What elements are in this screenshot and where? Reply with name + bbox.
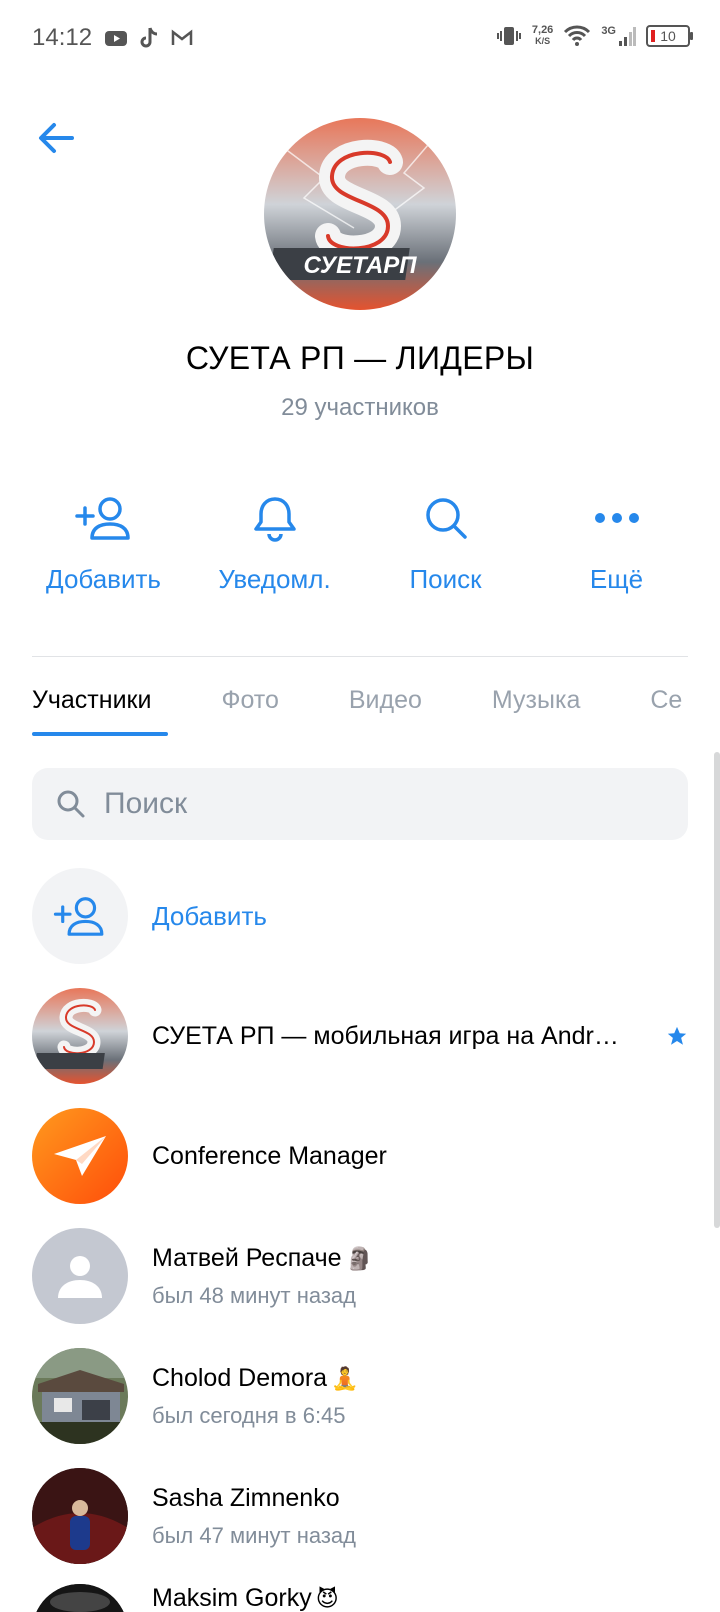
tab-bar: Участники Фото Видео Музыка Се [32,686,720,738]
gmail-icon [171,29,193,45]
member-name: Maksim Gorky [152,1584,312,1612]
add-member-row[interactable]: Добавить [32,868,688,964]
member-row[interactable]: Sasha Zimnenko был 47 минут назад [32,1468,688,1564]
tab-photos[interactable]: Фото [221,686,278,738]
battery-level: 10 [660,28,676,44]
member-name-line: Cholod Demora 🧘 [152,1364,688,1393]
search-icon [57,790,85,818]
network-speed-unit: K/S [535,36,551,46]
more-icon [594,513,639,523]
member-status: был 47 минут назад [152,1522,356,1548]
member-emoji: 🧘 [331,1365,359,1391]
member-avatar [32,1468,128,1564]
notification-icons [104,26,194,50]
member-status: был 48 минут назад [152,1282,356,1308]
member-avatar [32,988,128,1084]
search-placeholder: Поиск [104,787,188,820]
group-title: СУЕТА РП — ЛИДЕРЫ [185,340,535,376]
battery-icon: 10 [646,25,693,47]
member-row[interactable]: Conference Manager [32,1108,688,1204]
member-row[interactable]: Матвей Респаче 🗿 был 48 минут назад [32,1228,688,1324]
star-icon [667,1026,687,1045]
active-tab-indicator [32,732,168,736]
member-name: Cholod Demora [152,1363,328,1392]
search-label: Поиск [409,564,482,594]
tiktok-icon [140,27,158,48]
vibrate-icon [496,27,521,45]
add-member-avatar [32,868,128,964]
add-user-icon [74,497,130,540]
member-avatar [32,1228,128,1324]
member-avatar [32,1584,128,1612]
member-row[interactable]: Cholod Demora 🧘 был сегодня в 6:45 [32,1348,688,1444]
member-status: был сегодня в 6:45 [152,1402,346,1428]
member-name: Sasha Zimnenko [152,1483,340,1512]
member-emoji: 😈 [315,1586,339,1611]
member-row[interactable]: СУЕТА РП — мобильная игра на Andr… [32,988,688,1084]
status-bar: 14:12 7,26 K/S 3G 10 [0,0,720,80]
member-name-line: Матвей Респаче 🗿 [152,1244,688,1273]
back-arrow-icon [39,123,74,153]
network-speed: 7,26 K/S [532,25,553,47]
divider [32,656,688,657]
tab-more[interactable]: Се [650,686,682,738]
member-name: Conference Manager [152,1141,387,1170]
bell-icon [253,497,296,542]
add-member-button[interactable]: Добавить [18,490,189,595]
tab-members[interactable]: Участники [32,686,151,738]
group-avatar[interactable]: СУЕТАРП [264,118,456,310]
add-user-icon [53,897,104,936]
signal-indicator: 3G [601,25,636,47]
search-button[interactable]: Поиск [360,490,531,595]
member-name-line: Maksim Gorky 😈 [152,1584,688,1612]
member-name: Матвей Респаче [152,1243,342,1272]
action-bar: Добавить Уведомл. Поиск Ещё [18,490,702,595]
tab-videos[interactable]: Видео [349,686,422,738]
search-icon [425,498,467,539]
more-button[interactable]: Ещё [531,490,702,595]
wifi-icon [564,25,591,46]
members-search-input[interactable]: Поиск [32,768,688,840]
more-label: Ещё [589,564,644,594]
scrollbar[interactable] [714,752,720,1228]
group-logo-text: СУЕТАРП [303,252,417,279]
add-member-label: Добавить [46,564,161,594]
network-speed-value: 7,26 [531,24,554,36]
paper-plane-icon [54,1136,106,1176]
notifications-label: Уведомл. [218,564,331,594]
member-name: СУЕТА РП — мобильная игра на Andr… [152,1021,619,1050]
tab-music[interactable]: Музыка [492,686,580,738]
add-member-label: Добавить [152,900,267,931]
member-avatar [32,1108,128,1204]
user-placeholder-icon [58,1256,102,1298]
member-avatar [32,1348,128,1444]
members-count: 29 участников [281,394,439,421]
member-emoji: 🗿 [345,1245,373,1271]
member-row[interactable]: Maksim Gorky 😈 [32,1584,688,1612]
group-logo: СУЕТАРП [264,118,456,310]
youtube-icon [105,31,127,46]
signal-icon [619,27,636,46]
status-time: 14:12 [32,24,93,51]
back-button[interactable] [30,112,82,164]
notifications-button[interactable]: Уведомл. [189,490,360,595]
network-type: 3G [601,25,616,37]
